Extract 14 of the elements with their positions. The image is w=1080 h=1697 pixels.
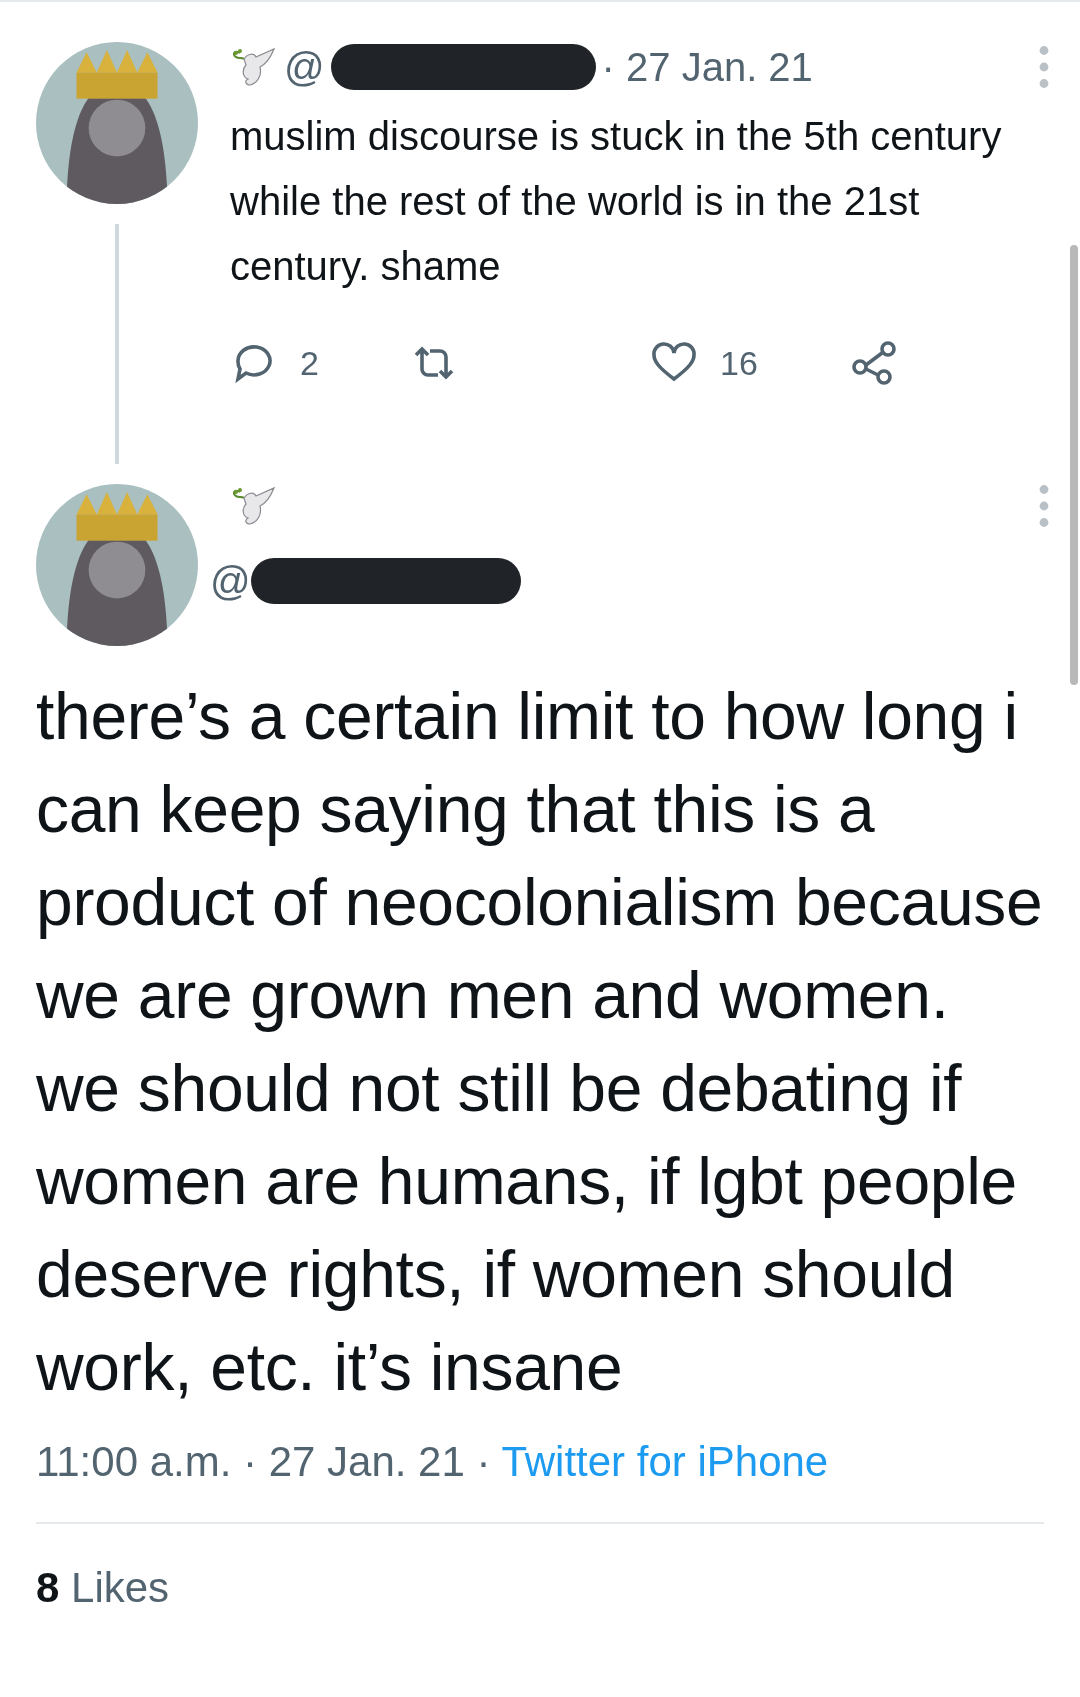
tweet-date: · 27 Jan. 21 · — [243, 1438, 491, 1485]
dove-icon — [230, 45, 278, 89]
dove-icon — [230, 484, 278, 528]
tweet-text: muslim discourse is stuck in the 5th century while the rest of the world is in the 21st century. shame — [230, 113, 1003, 290]
handle-text: @ — [210, 558, 251, 604]
scrollbar[interactable] — [1070, 245, 1078, 685]
tweet-time: 11:00 a.m. — [36, 1438, 232, 1485]
like-count: 16 — [720, 343, 758, 383]
tweet-text: there’s a certain limit to how long i can keep saying that this is a product of neocolonialism because we are grown men and women. we should not still be debating if women are humans, if lgbt people deserve rights, if women should work, etc. it’s insane — [35, 678, 1044, 1406]
likes-count[interactable]: 8 Likes — [0, 1524, 1080, 1652]
share-icon[interactable] — [850, 339, 898, 387]
handle-text: @ — [284, 44, 325, 90]
tweet-time: · 27 Jan. 21 — [601, 44, 813, 90]
reply-count: 2 — [300, 343, 319, 383]
